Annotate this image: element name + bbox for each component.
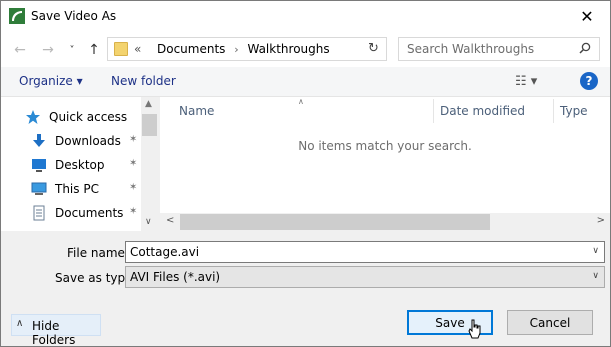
sidebar-item-label: Quick access [49,110,128,124]
sidebar-item-downloads[interactable]: Downloads ✶ [31,131,141,151]
view-options-button[interactable]: ☷ ▾ [515,74,537,89]
breadcrumb: « Documents › Walkthroughs [134,42,330,56]
pin-icon: ✶ [129,206,138,217]
file-name-label: File name: [67,246,129,260]
sidebar-item-label: Desktop [55,158,105,172]
pin-icon: ✶ [129,134,138,145]
folder-icon [114,42,128,56]
sidebar-item-documents[interactable]: Documents ✶ [31,203,141,223]
hide-folders-button[interactable]: ∧ Hide Folders [11,314,101,347]
sidebar-item-label: This PC [55,182,99,196]
scroll-right-icon[interactable]: > [597,215,605,226]
search-input[interactable]: Search Walkthroughs [398,37,600,61]
column-type[interactable]: Type [560,104,588,118]
scroll-left-icon[interactable]: < [166,215,174,226]
scrollbar-thumb[interactable] [142,114,157,136]
file-name-field[interactable]: Cottage.avi ∨ [125,241,605,263]
column-divider[interactable] [433,99,434,123]
cancel-button-label: Cancel [529,315,571,330]
pin-icon: ✶ [129,158,138,169]
search-placeholder: Search Walkthroughs [407,42,535,56]
file-list: ∧ Name Date modified Type No items match… [160,97,610,231]
desktop-icon [32,159,46,172]
navigation-scrollbar[interactable]: ▲ ∨ [141,97,159,231]
column-date-modified[interactable]: Date modified [440,104,525,118]
command-bar: Organize ▾ New folder ☷ ▾ ? [1,67,610,97]
column-name[interactable]: Name [179,104,214,118]
pin-icon: ✶ [129,182,138,193]
sidebar-item-this-pc[interactable]: This PC ✶ [31,179,141,199]
star-icon [26,110,40,124]
sidebar-item-quick-access[interactable]: Quick access [25,107,135,127]
scrollbar-thumb[interactable] [180,214,490,230]
file-name-value: Cottage.avi [130,245,200,259]
empty-message: No items match your search. [298,139,472,153]
column-header: ∧ Name Date modified Type [160,97,610,123]
close-button[interactable]: ✕ [564,1,610,32]
address-bar[interactable]: « Documents › Walkthroughs ˅ [107,37,455,61]
address-row: ← → ˅ ↑ « Documents › Walkthroughs ˅ ↻ S… [1,33,610,67]
app-logo-icon [9,8,25,24]
organize-button[interactable]: Organize ▾ [19,74,83,88]
sidebar-item-label: Downloads [55,134,121,148]
close-icon: ✕ [580,7,594,26]
save-video-dialog: Save Video As ✕ ← → ˅ ↑ « Documents › Wa… [0,0,611,347]
breadcrumb-walkthroughs[interactable]: Walkthroughs [247,42,329,56]
title-bar: Save Video As ✕ [1,1,610,33]
download-icon [33,134,45,147]
up-button[interactable]: ↑ [85,41,103,59]
breadcrumb-overflow[interactable]: « [134,42,141,56]
save-as-type-select[interactable]: AVI Files (*.avi) ∨ [125,266,605,288]
hand-cursor-icon [468,319,481,339]
documents-icon [33,205,45,221]
horizontal-scrollbar[interactable]: < > [160,213,610,231]
sort-ascending-icon: ∧ [298,97,304,106]
breadcrumb-separator: › [234,43,239,56]
chevron-down-icon[interactable]: ∨ [592,246,599,256]
chevron-up-icon: ∧ [16,318,24,329]
window-title: Save Video As [31,9,117,23]
new-folder-button[interactable]: New folder [111,74,176,88]
refresh-icon[interactable]: ↻ [368,41,379,56]
save-button-label: Save [435,315,465,330]
breadcrumb-documents[interactable]: Documents [157,42,225,56]
search-icon[interactable] [579,42,591,54]
recent-locations-button[interactable]: ˅ [63,41,81,59]
hide-folders-label: Hide Folders [32,319,76,347]
save-as-type-value: AVI Files (*.avi) [130,270,221,284]
computer-icon [31,182,47,195]
scroll-down-icon[interactable]: ∨ [145,217,152,227]
column-divider[interactable] [553,99,554,123]
sidebar-item-desktop[interactable]: Desktop ✶ [31,155,141,175]
back-button[interactable]: ← [11,41,29,59]
navigation-pane: Quick access Downloads ✶ Desktop ✶ This … [1,97,159,231]
sidebar-item-label: Documents [55,206,124,220]
cancel-button[interactable]: Cancel [507,310,593,335]
help-icon[interactable]: ? [580,72,598,90]
scroll-up-icon[interactable]: ▲ [145,99,152,109]
chevron-down-icon[interactable]: ∨ [592,271,599,281]
forward-button[interactable]: → [39,41,57,59]
